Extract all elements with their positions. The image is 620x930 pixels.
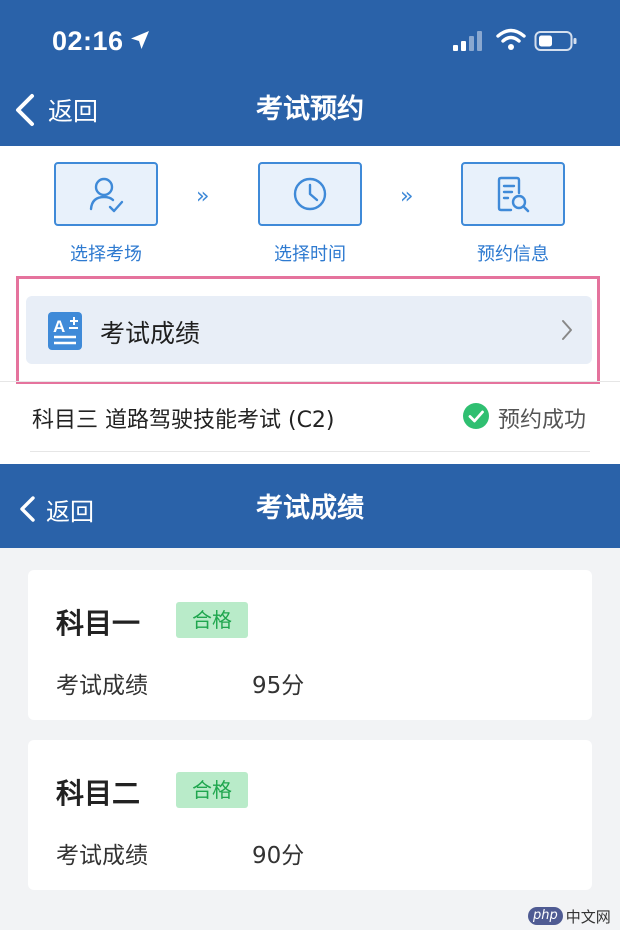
status-time: 02:16 bbox=[52, 26, 124, 56]
step-select-time[interactable] bbox=[258, 162, 362, 226]
back-button[interactable]: 返回 bbox=[14, 92, 98, 128]
subject-name: 科目二 bbox=[56, 777, 141, 810]
grade-a-plus-icon: A bbox=[48, 312, 82, 350]
score-back-label: 返回 bbox=[46, 497, 94, 526]
wifi-icon bbox=[496, 28, 526, 50]
step-arrow-2: » bbox=[400, 184, 414, 209]
battery-icon bbox=[534, 31, 577, 51]
site-watermark: php 中文网 bbox=[528, 904, 611, 928]
pass-badge: 合格 bbox=[176, 602, 248, 638]
step-arrow-1: » bbox=[196, 184, 210, 209]
score-label: 考试成绩 bbox=[56, 843, 148, 869]
svg-text:A: A bbox=[53, 317, 65, 336]
score-page-header: 返回 考试成绩 bbox=[0, 464, 620, 548]
score-card-subject-2: 科目二 合格 考试成绩 90分 bbox=[28, 740, 592, 890]
score-back-button[interactable]: 返回 bbox=[18, 494, 94, 526]
location-arrow-icon bbox=[131, 31, 149, 49]
chevron-left-icon bbox=[20, 496, 35, 522]
exam-score-entry[interactable]: A 考试成绩 bbox=[26, 296, 592, 364]
clock-icon bbox=[293, 177, 327, 211]
watermark-site: 中文网 bbox=[565, 907, 611, 926]
back-label: 返回 bbox=[48, 97, 99, 126]
exam-name: 科目三 道路驾驶技能考试 (C2) bbox=[32, 408, 335, 433]
cellular-signal-icon bbox=[453, 31, 482, 51]
subject-name: 科目一 bbox=[56, 607, 141, 640]
step-label-info: 预约信息 bbox=[477, 244, 549, 265]
exam-score-entry-label: 考试成绩 bbox=[100, 319, 201, 348]
booking-status: 预约成功 bbox=[498, 408, 587, 433]
step-select-venue[interactable] bbox=[54, 162, 158, 226]
watermark-logo: php bbox=[528, 907, 563, 925]
score-value: 90分 bbox=[252, 843, 305, 869]
step-label-venue: 选择考场 bbox=[70, 244, 142, 265]
user-check-icon bbox=[89, 177, 124, 213]
exam-booking-row[interactable]: 科目三 道路驾驶技能考试 (C2) 预约成功 bbox=[0, 382, 620, 452]
chevron-right-icon bbox=[562, 320, 572, 340]
top-header: 02:16 返回 考试预约 bbox=[0, 0, 620, 146]
divider bbox=[30, 451, 590, 452]
chevron-left-icon bbox=[16, 94, 34, 126]
score-value: 95分 bbox=[252, 673, 305, 699]
document-search-icon bbox=[497, 176, 530, 213]
booking-panel: 选择考场 » 选择时间 » 预约信息 A 考试成绩 科目三 道路驾驶技能考试 (… bbox=[0, 146, 620, 464]
step-booking-info[interactable] bbox=[461, 162, 565, 226]
score-card-subject-1: 科目一 合格 考试成绩 95分 bbox=[28, 570, 592, 720]
pass-badge: 合格 bbox=[176, 772, 248, 808]
check-circle-icon bbox=[463, 403, 489, 429]
status-bar: 02:16 bbox=[0, 0, 620, 80]
step-label-time: 选择时间 bbox=[274, 244, 346, 265]
score-label: 考试成绩 bbox=[56, 673, 148, 699]
